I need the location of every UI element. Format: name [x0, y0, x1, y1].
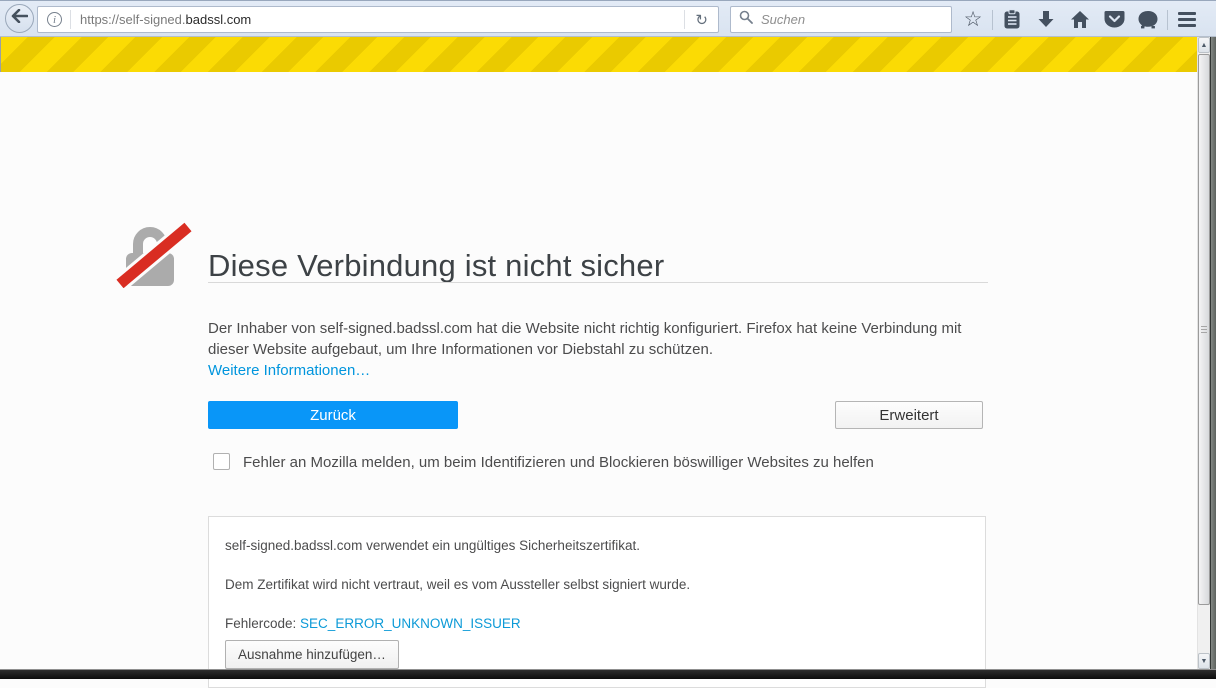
downloads-icon[interactable] [1029, 5, 1063, 35]
title-divider [208, 282, 988, 283]
error-page-content: Diese Verbindung ist nicht sicher Der In… [0, 72, 1197, 688]
toolbar-separator [1167, 9, 1168, 30]
cert-error-line2: Dem Zertifikat wird nicht vertraut, weil… [225, 577, 691, 592]
toolbar-separator [992, 9, 993, 30]
error-code-label: Fehlercode: [225, 616, 301, 631]
scroll-down-button[interactable]: ▼ [1198, 653, 1210, 669]
error-code-link[interactable]: SEC_ERROR_UNKNOWN_ISSUER [300, 616, 521, 631]
error-description: Der Inhaber von self-signed.badssl.com h… [208, 320, 962, 358]
scroll-up-button[interactable]: ▲ [1198, 37, 1210, 53]
url-text[interactable]: https://self-signed.badssl.com [80, 12, 684, 27]
firefox-window: i https://self-signed.badssl.com ↻ ☆ [0, 0, 1216, 688]
site-info-icon[interactable]: i [47, 12, 62, 27]
report-error-row: Fehler an Mozilla melden, um beim Identi… [213, 453, 874, 471]
report-error-label: Fehler an Mozilla melden, um beim Identi… [243, 454, 874, 471]
pocket-icon[interactable] [1097, 5, 1131, 35]
url-prefix: https://self-signed. [80, 12, 186, 27]
warning-stripes-banner [1, 37, 1197, 72]
scrollbar-grip [1201, 325, 1207, 334]
search-bar [730, 6, 952, 33]
back-arrow-icon [11, 8, 29, 28]
cert-error-line1: self-signed.badssl.com verwendet ein ung… [225, 538, 640, 553]
menu-hamburger-icon[interactable] [1170, 5, 1204, 35]
home-icon[interactable] [1063, 5, 1097, 35]
urlbar-separator [70, 10, 71, 29]
add-exception-button[interactable]: Ausnahme hinzufügen… [225, 640, 399, 669]
reload-icon[interactable]: ↻ [685, 11, 718, 29]
report-error-checkbox[interactable] [213, 453, 230, 470]
cert-error-code-line: Fehlercode: SEC_ERROR_UNKNOWN_ISSUER [225, 616, 521, 631]
search-input[interactable] [759, 11, 951, 28]
vertical-scrollbar[interactable]: ▲ ▼ [1197, 37, 1210, 669]
scrollbar-thumb[interactable] [1198, 54, 1210, 605]
go-back-button[interactable]: Zurück [208, 401, 458, 429]
toolbar-icons: ☆ [956, 1, 1204, 38]
bookmark-star-icon[interactable]: ☆ [956, 5, 990, 35]
learn-more-link[interactable]: Weitere Informationen… [208, 362, 370, 379]
back-button[interactable] [5, 4, 34, 33]
search-icon [731, 10, 759, 29]
window-bottom-edge [0, 669, 1216, 679]
certificate-error-box: self-signed.badssl.com verwendet ein ung… [208, 516, 986, 688]
window-right-edge [1210, 37, 1216, 679]
url-domain: badssl.com [185, 12, 252, 27]
browser-toolbar: i https://self-signed.badssl.com ↻ ☆ [0, 0, 1216, 37]
advanced-button[interactable]: Erweitert [835, 401, 983, 429]
hello-chat-icon[interactable] [1131, 5, 1165, 35]
url-bar[interactable]: i https://self-signed.badssl.com ↻ [37, 6, 719, 33]
broken-lock-icon [114, 220, 194, 293]
bookmarks-menu-icon[interactable] [995, 5, 1029, 35]
page-title: Diese Verbindung ist nicht sicher [208, 247, 665, 283]
